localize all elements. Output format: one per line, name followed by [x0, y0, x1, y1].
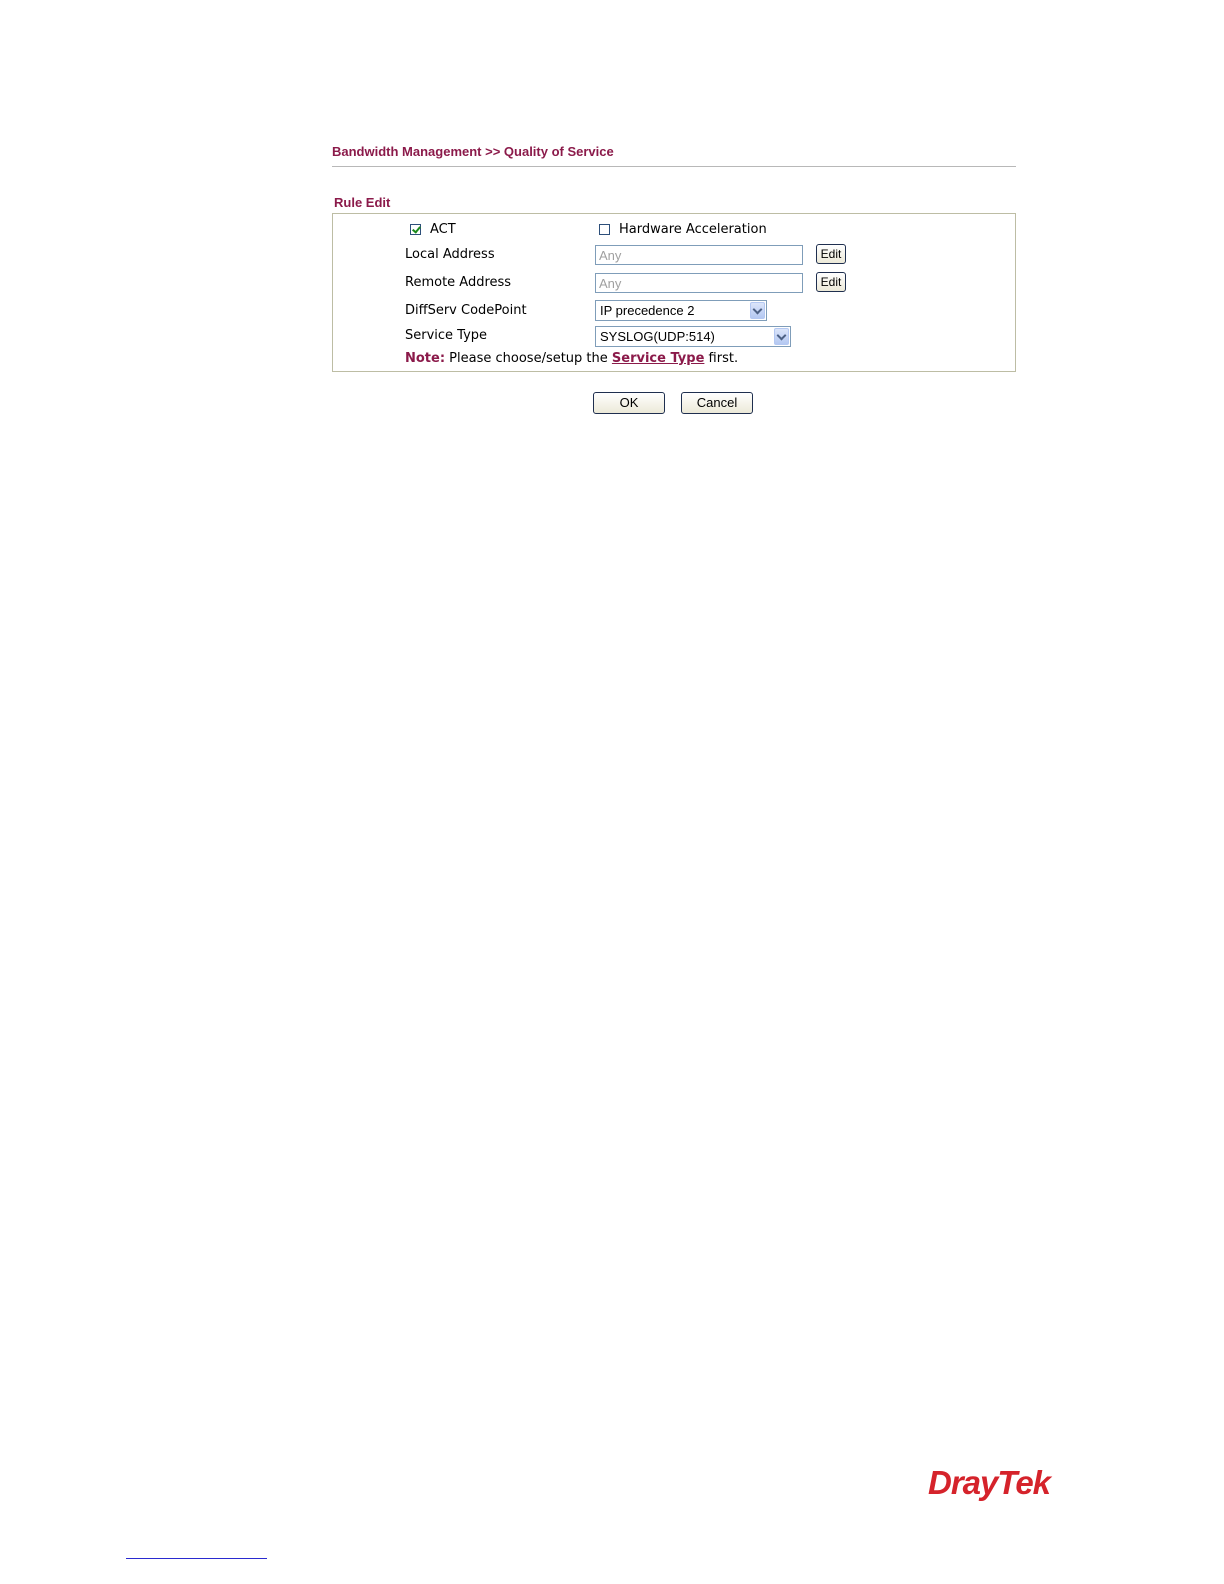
cancel-button[interactable]: Cancel [681, 392, 753, 414]
remote-address-input[interactable]: Any [595, 273, 803, 293]
service-type-selected-value: SYSLOG(UDP:514) [600, 329, 715, 344]
local-address-label: Local Address [405, 247, 495, 262]
diffserv-select[interactable]: IP precedence 2 [595, 300, 767, 321]
ok-button[interactable]: OK [593, 392, 665, 414]
chevron-down-icon[interactable] [774, 328, 789, 345]
hardware-acceleration-label: Hardware Acceleration [619, 222, 767, 237]
footer-divider [126, 1558, 267, 1559]
note: Note: Please choose/setup the Service Ty… [405, 351, 738, 366]
local-address-edit-button[interactable]: Edit [816, 244, 846, 264]
diffserv-label: DiffServ CodePoint [405, 303, 527, 318]
diffserv-selected-value: IP precedence 2 [600, 303, 695, 318]
act-checkbox[interactable] [410, 224, 421, 235]
service-type-label: Service Type [405, 328, 488, 343]
section-title: Rule Edit [334, 195, 391, 210]
header-divider [332, 166, 1016, 167]
draytek-logo: DrayTek [928, 1464, 1051, 1501]
remote-address-edit-button[interactable]: Edit [816, 272, 846, 292]
rule-edit-panel: ACT Hardware Acceleration Local Address … [332, 213, 1016, 372]
note-text-after: first. [704, 351, 739, 366]
breadcrumb: Bandwidth Management >> Quality of Servi… [332, 144, 614, 159]
local-address-input[interactable]: Any [595, 245, 803, 265]
note-text-before: Please choose/setup the [445, 351, 612, 366]
act-label: ACT [430, 222, 456, 237]
note-prefix: Note: [405, 351, 446, 366]
service-type-link[interactable]: Service Type [612, 351, 705, 366]
service-type-select[interactable]: SYSLOG(UDP:514) [595, 326, 791, 347]
chevron-down-icon[interactable] [750, 302, 765, 319]
hardware-acceleration-checkbox[interactable] [599, 224, 610, 235]
remote-address-label: Remote Address [405, 275, 512, 290]
